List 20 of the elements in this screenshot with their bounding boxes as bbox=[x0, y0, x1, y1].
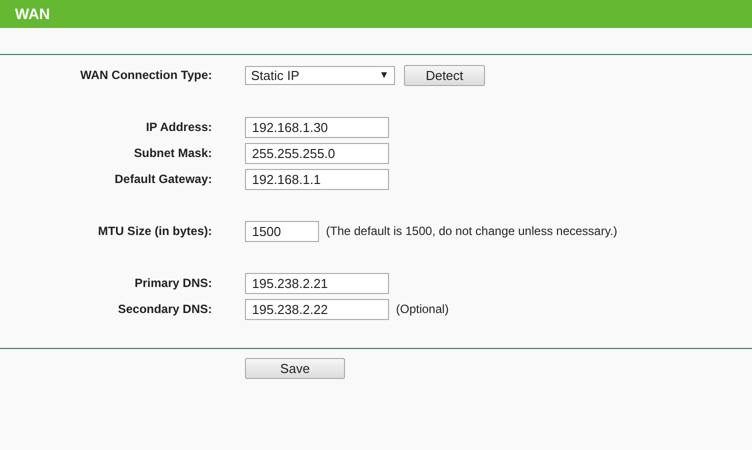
page-title: WAN bbox=[15, 6, 50, 22]
hint-text: (The default is 1500, do not change unless necessary.) bbox=[326, 224, 618, 238]
detect-button[interactable]: Detect bbox=[404, 64, 485, 86]
input-field[interactable]: 192.168.1.1 bbox=[245, 168, 389, 190]
input-field[interactable]: 195.238.2.21 bbox=[245, 272, 389, 294]
dropdown-arrow-icon: ▼ bbox=[379, 70, 389, 80]
hint-text: (Optional) bbox=[396, 302, 449, 316]
connection-type-dropdown[interactable]: Static IP ▼ bbox=[245, 66, 395, 84]
save-button[interactable]: Save bbox=[245, 358, 345, 379]
field-label: WAN Connection Type: bbox=[79, 68, 212, 82]
input-field[interactable]: 195.238.2.22 bbox=[245, 298, 389, 320]
input-field[interactable]: 1500 bbox=[245, 220, 319, 242]
field-label: Secondary DNS: bbox=[116, 302, 212, 316]
field-label: Primary DNS: bbox=[134, 276, 212, 290]
field-label: Default Gateway: bbox=[114, 172, 212, 186]
input-field[interactable]: 192.168.1.30 bbox=[245, 116, 389, 138]
input-field[interactable]: 255.255.255.0 bbox=[245, 142, 389, 164]
field-label: MTU Size (in bytes): bbox=[96, 224, 212, 238]
field-label: IP Address: bbox=[144, 120, 212, 134]
field-label: Subnet Mask: bbox=[132, 146, 212, 160]
